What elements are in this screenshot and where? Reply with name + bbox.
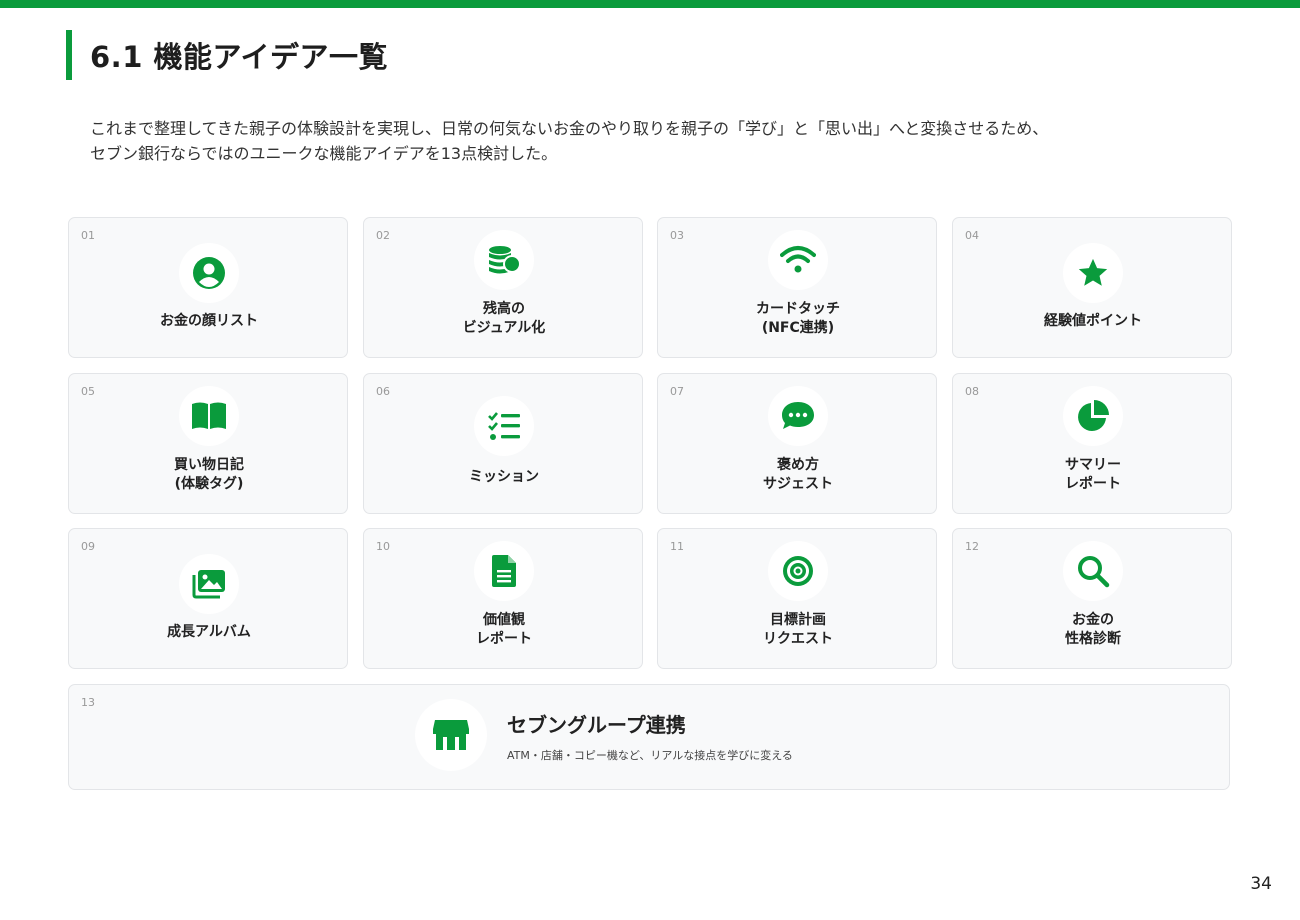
feature-number: 03 [670, 229, 684, 242]
feature-label: 褒め方 サジェスト [763, 457, 833, 492]
feature-card-02: 02 残高の ビジュアル化 [363, 217, 643, 358]
feature-number: 08 [965, 385, 979, 398]
feature-card-05: 05 買い物日記 (体験タグ) [68, 373, 348, 514]
star-icon [1063, 243, 1123, 303]
feature-card-08: 08 サマリー レポート [952, 373, 1232, 514]
feature-label: 残高の ビジュアル化 [462, 301, 546, 336]
document-icon [474, 541, 534, 601]
feature-card-06: 06 ミッション [363, 373, 643, 514]
intro-paragraph: これまで整理してきた親子の体験設計を実現し、日常の何気ないお金のやり取りを親子の… [90, 116, 1230, 166]
wide-feature-subtitle: ATM・店舗・コピー機など、リアルな接点を学びに変える [507, 749, 793, 762]
feature-number: 09 [81, 540, 95, 553]
feature-number: 10 [376, 540, 390, 553]
feature-number: 11 [670, 540, 684, 553]
feature-card-11: 11 目標計画 リクエスト [657, 528, 937, 669]
user-circle-icon [179, 243, 239, 303]
feature-card-07: 07 褒め方 サジェスト [657, 373, 937, 514]
feature-card-09: 09 成長アルバム [68, 528, 348, 669]
feature-number: 13 [81, 696, 95, 709]
feature-number: 04 [965, 229, 979, 242]
feature-label: お金の顔リスト [160, 313, 258, 329]
wide-feature-title: セブングループ連携 [507, 713, 686, 737]
feature-number: 06 [376, 385, 390, 398]
feature-number: 02 [376, 229, 390, 242]
feature-label: 買い物日記 (体験タグ) [174, 457, 244, 492]
feature-label: ミッション [469, 469, 539, 485]
feature-number: 01 [81, 229, 95, 242]
feature-label: 成長アルバム [167, 624, 251, 640]
wifi-icon [768, 230, 828, 290]
photo-album-icon [179, 554, 239, 614]
page-header: 6.1 機能アイデア一覧 [66, 30, 388, 80]
target-icon [768, 541, 828, 601]
feature-number: 05 [81, 385, 95, 398]
intro-line-2: セブン銀行ならではのユニークな機能アイデアを13点検討した。 [90, 144, 558, 163]
intro-line-1: これまで整理してきた親子の体験設計を実現し、日常の何気ないお金のやり取りを親子の… [90, 119, 1049, 138]
feature-card-04: 04 経験値ポイント [952, 217, 1232, 358]
store-icon [415, 699, 487, 771]
feature-card-13: 13 セブングループ連携 ATM・店舗・コピー機など、リアルな接点を学びに変える [68, 684, 1230, 790]
feature-number: 07 [670, 385, 684, 398]
feature-label: 価値観 レポート [476, 612, 532, 647]
feature-card-03: 03 カードタッチ (NFC連携) [657, 217, 937, 358]
page-number: 34 [1250, 874, 1272, 894]
feature-number: 12 [965, 540, 979, 553]
title-accent-bar [66, 30, 72, 80]
top-accent-bar [0, 0, 1300, 8]
feature-label: 目標計画 リクエスト [763, 612, 833, 647]
feature-label: お金の 性格診断 [1065, 612, 1121, 647]
coins-icon [474, 230, 534, 290]
feature-label: 経験値ポイント [1044, 313, 1142, 329]
feature-card-10: 10 価値観 レポート [363, 528, 643, 669]
pie-chart-icon [1063, 386, 1123, 446]
feature-label: カードタッチ (NFC連携) [756, 301, 840, 336]
feature-label: サマリー レポート [1065, 457, 1121, 492]
feature-card-01: 01 お金の顔リスト [68, 217, 348, 358]
page-title: 6.1 機能アイデア一覧 [90, 40, 389, 74]
feature-card-12: 12 お金の 性格診断 [952, 528, 1232, 669]
search-icon [1063, 541, 1123, 601]
chat-bubble-icon [768, 386, 828, 446]
book-icon [179, 386, 239, 446]
checklist-icon [474, 396, 534, 456]
